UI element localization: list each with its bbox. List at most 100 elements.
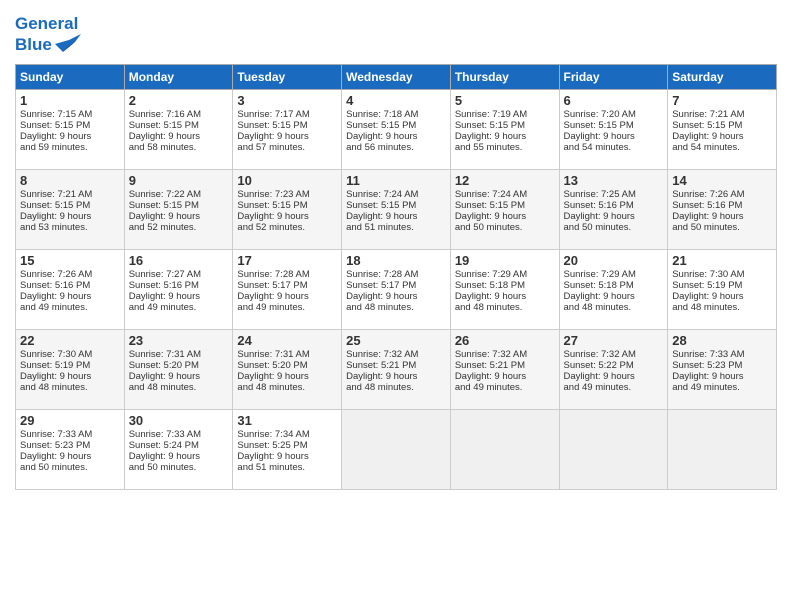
sunrise-label: Sunrise: 7:29 AM [564, 269, 636, 280]
day-number: 8 [20, 173, 120, 188]
day-number: 18 [346, 253, 446, 268]
col-friday: Friday [559, 64, 668, 89]
calendar-week-row: 8 Sunrise: 7:21 AM Sunset: 5:15 PM Dayli… [16, 169, 777, 249]
sunset-label: Sunset: 5:21 PM [455, 360, 525, 371]
day-number: 25 [346, 333, 446, 348]
daylight-minutes: and 50 minutes. [129, 462, 197, 473]
calendar-container: General Blue Sunday Monday Tuesday [0, 0, 792, 500]
sunset-label: Sunset: 5:24 PM [129, 440, 199, 451]
daylight-label: Daylight: 9 hours [129, 451, 200, 462]
daylight-label: Daylight: 9 hours [455, 131, 526, 142]
daylight-label: Daylight: 9 hours [455, 291, 526, 302]
daylight-label: Daylight: 9 hours [20, 291, 91, 302]
daylight-label: Daylight: 9 hours [346, 291, 417, 302]
calendar-week-row: 1 Sunrise: 7:15 AM Sunset: 5:15 PM Dayli… [16, 89, 777, 169]
logo-text: General Blue [15, 14, 81, 56]
day-number: 19 [455, 253, 555, 268]
calendar-cell: 8 Sunrise: 7:21 AM Sunset: 5:15 PM Dayli… [16, 169, 125, 249]
calendar-cell: 10 Sunrise: 7:23 AM Sunset: 5:15 PM Dayl… [233, 169, 342, 249]
sunset-label: Sunset: 5:17 PM [346, 280, 416, 291]
daylight-label: Daylight: 9 hours [672, 291, 743, 302]
daylight-minutes: and 50 minutes. [455, 222, 523, 233]
daylight-minutes: and 59 minutes. [20, 142, 88, 153]
sunrise-label: Sunrise: 7:15 AM [20, 109, 92, 120]
sunset-label: Sunset: 5:16 PM [20, 280, 90, 291]
calendar-cell: 17 Sunrise: 7:28 AM Sunset: 5:17 PM Dayl… [233, 249, 342, 329]
calendar-week-row: 29 Sunrise: 7:33 AM Sunset: 5:23 PM Dayl… [16, 409, 777, 489]
calendar-body: 1 Sunrise: 7:15 AM Sunset: 5:15 PM Dayli… [16, 89, 777, 489]
calendar-cell: 1 Sunrise: 7:15 AM Sunset: 5:15 PM Dayli… [16, 89, 125, 169]
calendar-week-row: 22 Sunrise: 7:30 AM Sunset: 5:19 PM Dayl… [16, 329, 777, 409]
sunset-label: Sunset: 5:15 PM [20, 120, 90, 131]
daylight-minutes: and 48 minutes. [237, 382, 305, 393]
day-number: 28 [672, 333, 772, 348]
daylight-label: Daylight: 9 hours [237, 451, 308, 462]
sunset-label: Sunset: 5:16 PM [672, 200, 742, 211]
sunrise-label: Sunrise: 7:28 AM [237, 269, 309, 280]
daylight-minutes: and 58 minutes. [129, 142, 197, 153]
day-number: 6 [564, 93, 664, 108]
col-tuesday: Tuesday [233, 64, 342, 89]
logo: General Blue [15, 14, 81, 56]
daylight-minutes: and 48 minutes. [20, 382, 88, 393]
daylight-label: Daylight: 9 hours [346, 131, 417, 142]
calendar-table: Sunday Monday Tuesday Wednesday Thursday… [15, 64, 777, 490]
sunset-label: Sunset: 5:18 PM [564, 280, 634, 291]
calendar-cell: 5 Sunrise: 7:19 AM Sunset: 5:15 PM Dayli… [450, 89, 559, 169]
calendar-cell [559, 409, 668, 489]
daylight-label: Daylight: 9 hours [346, 371, 417, 382]
day-number: 14 [672, 173, 772, 188]
calendar-cell: 21 Sunrise: 7:30 AM Sunset: 5:19 PM Dayl… [668, 249, 777, 329]
daylight-label: Daylight: 9 hours [564, 131, 635, 142]
calendar-cell: 18 Sunrise: 7:28 AM Sunset: 5:17 PM Dayl… [342, 249, 451, 329]
daylight-minutes: and 52 minutes. [129, 222, 197, 233]
sunset-label: Sunset: 5:20 PM [129, 360, 199, 371]
daylight-minutes: and 51 minutes. [346, 222, 414, 233]
calendar-cell: 3 Sunrise: 7:17 AM Sunset: 5:15 PM Dayli… [233, 89, 342, 169]
day-number: 21 [672, 253, 772, 268]
day-number: 3 [237, 93, 337, 108]
header-row: Sunday Monday Tuesday Wednesday Thursday… [16, 64, 777, 89]
sunset-label: Sunset: 5:15 PM [455, 200, 525, 211]
day-number: 29 [20, 413, 120, 428]
daylight-label: Daylight: 9 hours [20, 371, 91, 382]
day-number: 9 [129, 173, 229, 188]
header: General Blue [15, 10, 777, 56]
daylight-minutes: and 50 minutes. [564, 222, 632, 233]
day-number: 23 [129, 333, 229, 348]
sunrise-label: Sunrise: 7:25 AM [564, 189, 636, 200]
sunset-label: Sunset: 5:15 PM [237, 200, 307, 211]
sunrise-label: Sunrise: 7:22 AM [129, 189, 201, 200]
sunset-label: Sunset: 5:15 PM [20, 200, 90, 211]
calendar-cell [342, 409, 451, 489]
calendar-cell: 24 Sunrise: 7:31 AM Sunset: 5:20 PM Dayl… [233, 329, 342, 409]
daylight-minutes: and 49 minutes. [455, 382, 523, 393]
calendar-cell: 11 Sunrise: 7:24 AM Sunset: 5:15 PM Dayl… [342, 169, 451, 249]
sunset-label: Sunset: 5:15 PM [346, 120, 416, 131]
day-number: 24 [237, 333, 337, 348]
sunrise-label: Sunrise: 7:23 AM [237, 189, 309, 200]
day-number: 31 [237, 413, 337, 428]
daylight-label: Daylight: 9 hours [346, 211, 417, 222]
daylight-label: Daylight: 9 hours [20, 211, 91, 222]
calendar-cell: 30 Sunrise: 7:33 AM Sunset: 5:24 PM Dayl… [124, 409, 233, 489]
day-number: 16 [129, 253, 229, 268]
sunset-label: Sunset: 5:15 PM [564, 120, 634, 131]
calendar-cell: 27 Sunrise: 7:32 AM Sunset: 5:22 PM Dayl… [559, 329, 668, 409]
daylight-minutes: and 56 minutes. [346, 142, 414, 153]
sunset-label: Sunset: 5:20 PM [237, 360, 307, 371]
sunset-label: Sunset: 5:15 PM [455, 120, 525, 131]
sunset-label: Sunset: 5:16 PM [564, 200, 634, 211]
daylight-minutes: and 55 minutes. [455, 142, 523, 153]
sunset-label: Sunset: 5:25 PM [237, 440, 307, 451]
daylight-minutes: and 49 minutes. [672, 382, 740, 393]
daylight-label: Daylight: 9 hours [20, 131, 91, 142]
calendar-cell: 29 Sunrise: 7:33 AM Sunset: 5:23 PM Dayl… [16, 409, 125, 489]
calendar-cell: 22 Sunrise: 7:30 AM Sunset: 5:19 PM Dayl… [16, 329, 125, 409]
col-thursday: Thursday [450, 64, 559, 89]
sunrise-label: Sunrise: 7:27 AM [129, 269, 201, 280]
sunset-label: Sunset: 5:23 PM [20, 440, 90, 451]
logo-bird-icon [55, 34, 81, 56]
calendar-cell: 14 Sunrise: 7:26 AM Sunset: 5:16 PM Dayl… [668, 169, 777, 249]
calendar-cell [450, 409, 559, 489]
